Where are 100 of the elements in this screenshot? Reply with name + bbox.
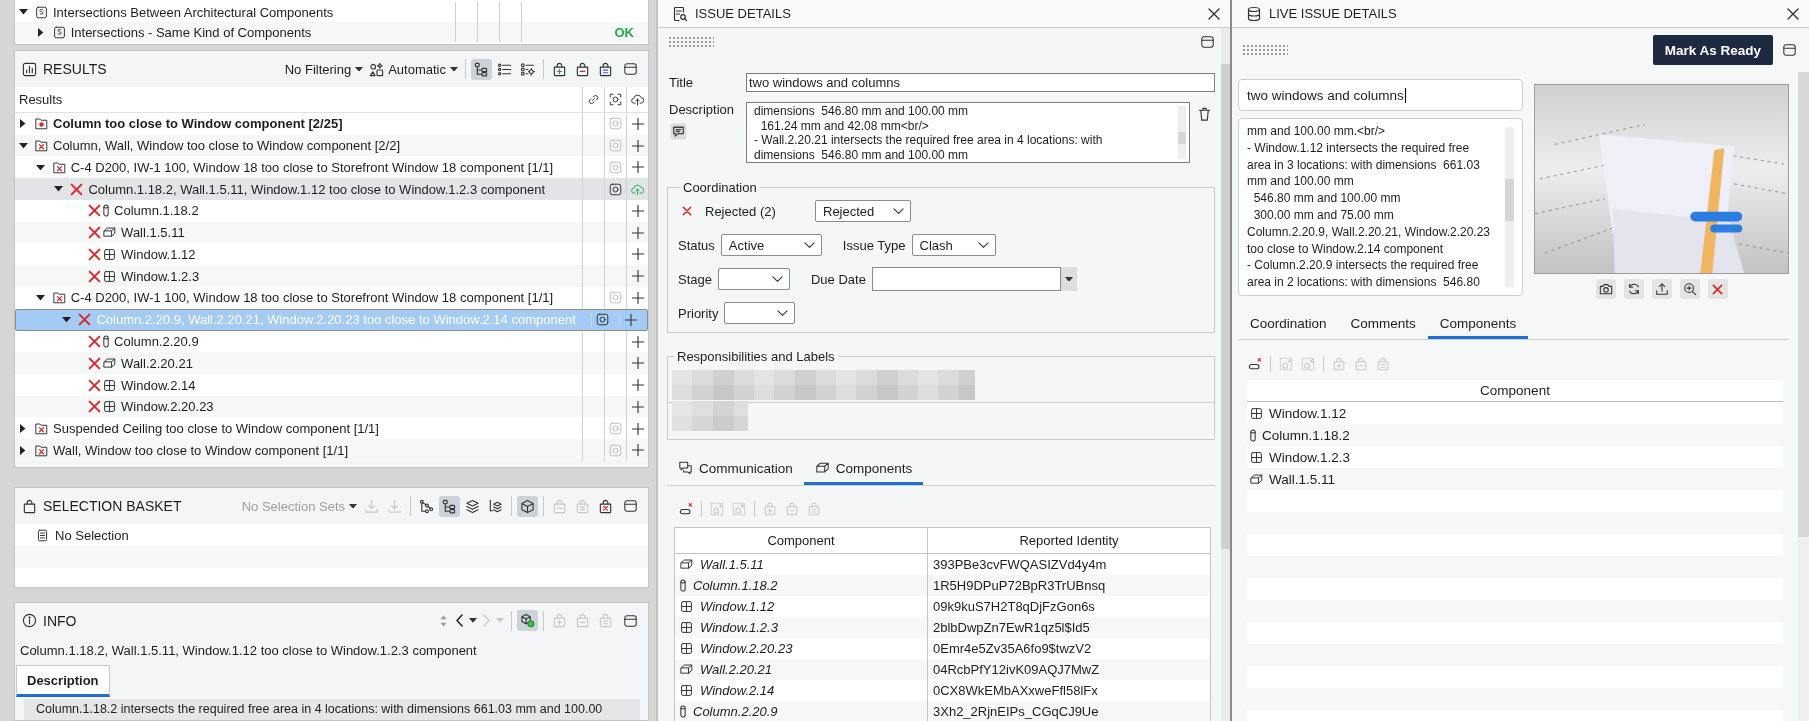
date-field[interactable] xyxy=(871,267,1061,291)
column-header: Results xyxy=(18,91,64,109)
result-row[interactable]: Wall.1.5.11 xyxy=(15,221,648,244)
caret-down-icon[interactable] xyxy=(36,295,46,301)
tree-view-button[interactable] xyxy=(439,495,460,517)
tab[interactable]: Components xyxy=(803,454,924,485)
column-header: Component xyxy=(1480,383,1550,398)
dropdown[interactable] xyxy=(724,302,796,324)
dropdown[interactable]: Clash xyxy=(911,234,996,256)
plus-icon[interactable] xyxy=(631,379,644,392)
cross-mark-icon xyxy=(88,269,102,283)
column-icon xyxy=(680,705,686,718)
caret-down-icon[interactable] xyxy=(61,317,71,323)
cross-mark-icon xyxy=(88,335,102,349)
check-label[interactable]: Intersections - Same Kind of Components xyxy=(70,24,312,40)
title-field[interactable]: two windows and columns xyxy=(746,73,1215,92)
result-row[interactable]: Window.2.14 xyxy=(15,374,648,396)
back-button[interactable] xyxy=(454,611,465,630)
caret-right-icon[interactable] xyxy=(38,27,44,37)
remove-button[interactable] xyxy=(1707,279,1728,299)
plus-icon[interactable] xyxy=(631,400,644,413)
tab[interactable]: Components xyxy=(1427,310,1529,339)
group-legend: Responsibilities and Labels xyxy=(674,349,838,364)
wall-icon xyxy=(814,461,830,475)
tab[interactable]: Description xyxy=(16,665,110,697)
solid-view-button[interactable] xyxy=(517,495,538,517)
result-row[interactable]: Column.1.18.2 xyxy=(15,200,648,222)
dropdown[interactable] xyxy=(718,268,790,290)
caret-right-icon[interactable] xyxy=(20,119,26,129)
panel-icon[interactable] xyxy=(623,613,638,628)
tree-view-button[interactable] xyxy=(471,58,492,80)
caret-down-icon[interactable] xyxy=(18,9,28,15)
trash-icon[interactable] xyxy=(1197,106,1212,122)
title-field[interactable]: two windows and columns xyxy=(1238,79,1523,111)
result-row[interactable]: Column.2.20.9 xyxy=(15,330,648,353)
dropdown[interactable]: Active xyxy=(720,234,822,256)
plus-icon[interactable] xyxy=(631,226,644,239)
plus-icon[interactable] xyxy=(631,357,644,370)
panel-icon[interactable] xyxy=(1782,43,1797,57)
sort-arrows-icon[interactable] xyxy=(440,614,447,627)
snapshot-button[interactable] xyxy=(1595,279,1616,299)
filter-dropdown[interactable]: No Filtering xyxy=(281,59,367,79)
panel-icon[interactable] xyxy=(623,62,638,76)
result-row[interactable]: Window.2.20.23 xyxy=(15,396,648,418)
caret-down-icon[interactable] xyxy=(18,142,28,149)
mark-as-ready-button[interactable]: Mark As Ready xyxy=(1652,35,1773,65)
export-button[interactable] xyxy=(1651,279,1672,299)
panel-icon[interactable] xyxy=(623,499,638,513)
highlight-button[interactable] xyxy=(517,610,538,631)
mode-dropdown[interactable]: Automatic xyxy=(366,59,461,79)
plus-icon[interactable] xyxy=(631,161,644,174)
close-icon[interactable] xyxy=(1787,7,1799,20)
result-row[interactable]: Window.1.12 xyxy=(15,243,648,266)
result-row[interactable]: Column, Wall, Window too close to Window component [2/2] xyxy=(15,134,648,157)
plus-icon[interactable] xyxy=(631,204,644,217)
tab[interactable]: Comments xyxy=(1338,310,1428,339)
result-row[interactable]: Wall.2.20.21 xyxy=(15,352,648,375)
plus-icon[interactable] xyxy=(631,248,644,261)
pill-cross-icon[interactable] xyxy=(679,502,693,516)
scrollbar[interactable] xyxy=(1505,127,1514,287)
basket-item[interactable]: No Selection xyxy=(55,527,129,543)
comment-icon[interactable] xyxy=(670,123,687,140)
decision-dropdown[interactable]: Rejected xyxy=(815,200,911,222)
caret-right-icon[interactable] xyxy=(20,445,26,455)
result-row[interactable]: Column too close to Window component [2/25] xyxy=(15,113,648,135)
chevron-down-icon xyxy=(803,241,815,249)
caret-down-icon[interactable] xyxy=(36,164,46,171)
wall-icon xyxy=(1250,472,1263,486)
result-row[interactable]: C-4 D200, IW-1 100, Window 18 too close to Storefront Window 18 component [1/1] xyxy=(15,287,648,309)
caret-right-icon[interactable] xyxy=(20,424,26,434)
plus-icon[interactable] xyxy=(631,422,644,435)
result-row[interactable]: Wall, Window too close to Window component [1/1] xyxy=(15,439,648,462)
bag-list-icon xyxy=(598,61,613,77)
refresh-button[interactable] xyxy=(1623,279,1644,299)
result-row[interactable]: Suspended Ceiling too close to Window component [1/1] xyxy=(15,417,648,440)
plus-icon[interactable] xyxy=(631,117,644,130)
cube-icon xyxy=(520,498,535,514)
close-icon[interactable] xyxy=(1208,7,1220,20)
check-label[interactable]: Intersections Between Architectural Components xyxy=(53,4,334,20)
plus-icon[interactable] xyxy=(631,291,644,304)
description-field[interactable]: mm and 100.00 mm.<br/> - Window.1.12 intersects the required free area in 3 locations: with dimensions 661.03 mm and 100.00 mm 546.80 mm and 100.00 mm 300.00 mm and 75.00 mm Column.2.20.9, Wall.2.20.21, Window.2.20.23 too close to Window.2.14 component - Column.2.20.9 intersects the required free area in 2 locations: with dimensions 546.80 xyxy=(1238,118,1523,296)
tab[interactable]: Communication xyxy=(667,454,804,485)
pill-cross-icon[interactable] xyxy=(1248,357,1262,371)
plus-icon[interactable] xyxy=(631,335,644,348)
scrollbar[interactable] xyxy=(1221,28,1230,721)
caret-down-icon[interactable] xyxy=(53,186,63,192)
tab[interactable]: Coordination xyxy=(1238,310,1339,339)
scrollbar[interactable] xyxy=(1798,72,1809,721)
plus-icon[interactable] xyxy=(631,139,644,152)
component-label: Wall.2.20.21 xyxy=(121,355,193,371)
result-row[interactable]: Window.1.2.3 xyxy=(15,265,648,287)
plus-icon[interactable] xyxy=(631,270,644,283)
result-row[interactable]: Column.1.18.2, Wall.1.5.11, Window.1.12 too close to Window.1.2.3 component xyxy=(15,178,648,200)
chevron-down-icon xyxy=(772,275,783,283)
plus-icon[interactable] xyxy=(631,444,644,457)
panel-icon[interactable] xyxy=(1200,35,1215,49)
scrollbar[interactable] xyxy=(1178,106,1186,159)
plus-icon[interactable] xyxy=(624,313,637,326)
zoom-button[interactable] xyxy=(1679,279,1700,299)
description-field[interactable]: dimensions 546.80 mm and 100.00 mm 161.24 mm and 42.08 mm<br/> - Wall.2.20.21 intersects the required free area in 4 locations: with dimensions 546.80 mm and 100.00 mm xyxy=(746,102,1190,163)
